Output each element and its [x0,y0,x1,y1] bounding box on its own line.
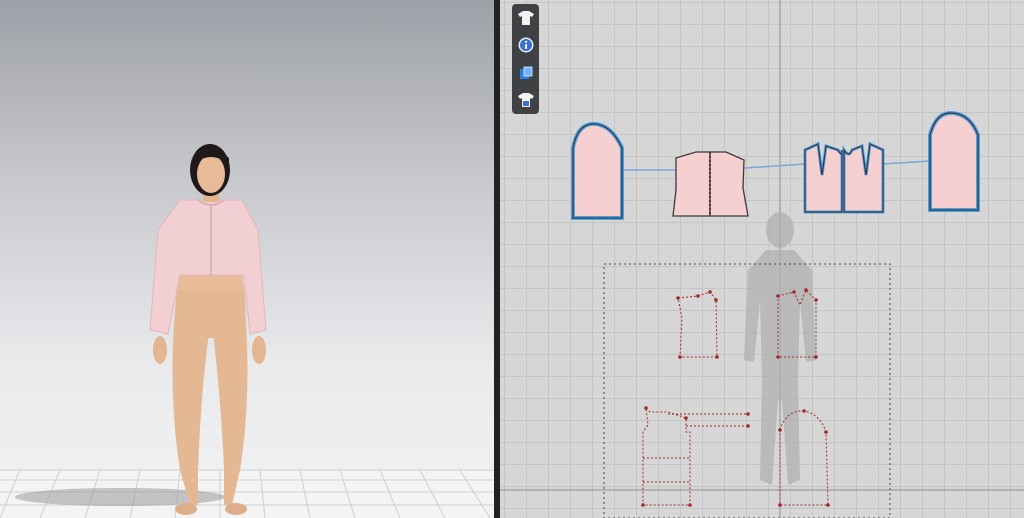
fabric-tool-button[interactable] [515,62,537,84]
draft-patterns[interactable] [642,289,829,506]
avatar-midriff [176,275,244,290]
avatar-left-foot [175,503,197,515]
pattern-piece-sleeve-right[interactable] [928,110,980,212]
avatar-right-hand [252,336,266,364]
info-icon [518,37,533,53]
pattern-canvas [500,0,1024,518]
seam-line [882,160,931,165]
avatar-face [197,155,225,193]
viewport-3d[interactable] [0,0,494,518]
avatar-right-foot [225,503,247,515]
seam-line [744,163,806,169]
tshirt-avatar-icon [517,93,534,108]
tshirt-icon [517,10,534,25]
draft-points [641,288,830,507]
pattern-toolbar [512,4,539,114]
avatar-left-hand [153,336,167,364]
garment-design-app [0,0,1024,518]
garment-tool-button[interactable] [515,7,537,29]
pattern-piece-sleeve-left[interactable] [571,121,624,220]
fabric-swatch-icon [519,66,532,79]
pattern-piece-back-bodice[interactable] [672,151,749,217]
info-tool-button[interactable] [515,34,537,56]
viewport-2d-pattern[interactable] [500,0,1024,518]
pattern-piece-front-bodice[interactable] [803,141,885,214]
avatar-scene [0,144,494,518]
avatar-garment-tool-button[interactable] [515,89,537,111]
